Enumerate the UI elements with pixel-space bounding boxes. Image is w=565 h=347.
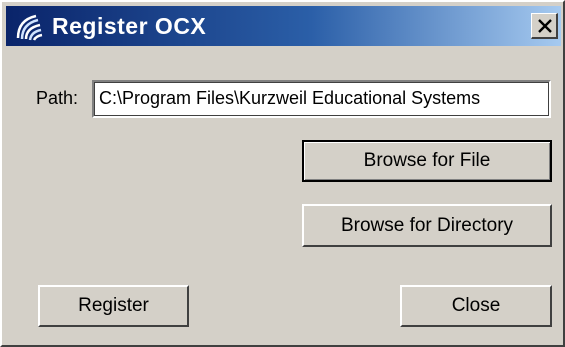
swirl-app-icon xyxy=(14,12,44,42)
browse-for-directory-button[interactable]: Browse for Directory xyxy=(302,204,552,247)
register-button[interactable]: Register xyxy=(38,285,189,327)
browse-for-file-label: Browse for File xyxy=(363,150,491,171)
browse-for-directory-label: Browse for Directory xyxy=(340,215,514,236)
path-input[interactable]: C:\Program Files\Kurzweil Educational Sy… xyxy=(92,80,551,118)
title-bar[interactable]: Register OCX xyxy=(6,6,561,46)
register-label: Register xyxy=(78,295,149,316)
register-ocx-dialog: Register OCX Path: C:\Program Files\Kurz… xyxy=(0,0,565,347)
close-label: Close xyxy=(451,295,501,316)
close-button[interactable]: Close xyxy=(400,285,552,327)
title-close-button[interactable] xyxy=(531,13,558,39)
browse-for-file-button[interactable]: Browse for File xyxy=(302,140,552,182)
window-title: Register OCX xyxy=(52,13,207,39)
close-icon xyxy=(538,19,552,33)
path-label: Path: xyxy=(36,88,79,108)
